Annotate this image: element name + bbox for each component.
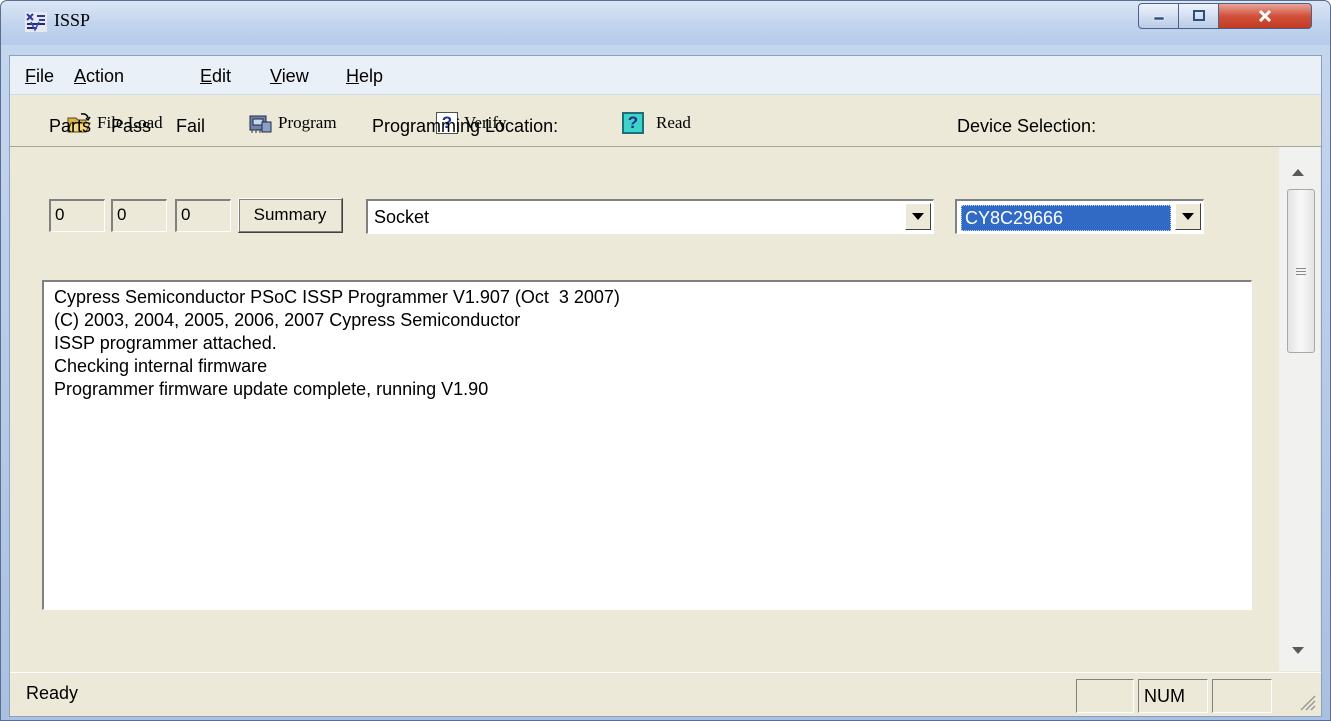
device-selection-dropdown-button[interactable] [1175, 203, 1201, 230]
chevron-down-icon [912, 213, 924, 220]
log-line: Checking internal firmware [54, 356, 268, 376]
scroll-up-icon[interactable] [1292, 169, 1304, 176]
log-line: Programmer firmware update complete, run… [54, 379, 489, 399]
menu-bar: File Action Edit View Help [10, 56, 1321, 95]
title-bar[interactable]: ISSP [1, 1, 1330, 45]
log-output[interactable]: Cypress Semiconductor PSoC ISSP Programm… [42, 280, 1252, 610]
chevron-down-icon [1182, 213, 1194, 220]
grip-icon [1296, 267, 1306, 275]
programmer-device-icon [249, 115, 272, 133]
menu-edit[interactable]: Edit [200, 66, 231, 87]
menu-action[interactable]: Action [74, 66, 124, 87]
close-button[interactable] [1219, 3, 1312, 29]
parts-label: Parts [49, 116, 92, 136]
minimize-button[interactable] [1138, 3, 1179, 29]
summary-button[interactable]: Summary [238, 198, 343, 233]
programming-location-dropdown-button[interactable] [905, 203, 931, 230]
status-pane-num: NUM [1138, 679, 1208, 713]
menu-help[interactable]: Help [346, 66, 383, 87]
log-line: (C) 2003, 2004, 2005, 2006, 2007 Cypress… [54, 310, 521, 330]
program-label: Program [278, 113, 337, 132]
maximize-button[interactable] [1179, 3, 1219, 29]
question-teal-icon: ? [622, 112, 644, 134]
pass-counter: 0 [111, 199, 167, 232]
maximize-icon [1192, 10, 1205, 21]
menu-file[interactable]: File [25, 66, 54, 87]
programming-location-value: Socket [374, 207, 430, 227]
status-pane-caps [1076, 679, 1134, 713]
status-text: Ready [26, 683, 79, 703]
scroll-thumb[interactable] [1287, 189, 1315, 353]
vertical-scrollbar[interactable] [1279, 147, 1320, 671]
fail-counter: 0 [175, 199, 231, 232]
log-line: ISSP programmer attached. [54, 333, 277, 353]
close-icon [1258, 9, 1272, 23]
device-selection-label: Device Selection: [957, 116, 1097, 136]
read-label: Read [656, 113, 691, 132]
fail-label: Fail [176, 116, 206, 136]
program-button[interactable]: Program [248, 110, 337, 136]
menu-view[interactable]: View [270, 66, 309, 87]
resize-grip-icon[interactable] [1297, 692, 1317, 712]
device-selection-select[interactable]: CY8C29666 [955, 199, 1204, 234]
status-pane-scroll [1212, 679, 1272, 713]
device-selection-value: CY8C29666 [961, 205, 1171, 231]
minimize-icon [1153, 16, 1164, 21]
parts-counter: 0 [49, 199, 105, 232]
pass-label: Pass [111, 116, 152, 136]
main-window: ISSP File Action Edit View Help File Loa… [0, 0, 1331, 721]
issp-app-icon [25, 12, 47, 32]
window-title: ISSP [54, 10, 91, 30]
scroll-down-icon[interactable] [1292, 647, 1304, 654]
status-bar: Ready NUM [10, 672, 1321, 716]
toolbar: File Load Program ? Verify ? Read [10, 96, 1321, 147]
log-line: Cypress Semiconductor PSoC ISSP Programm… [54, 287, 620, 307]
programming-location-label: Programming Location: [372, 116, 559, 136]
programming-location-select[interactable]: Socket [366, 199, 934, 234]
read-button[interactable]: ? Read [622, 110, 691, 136]
